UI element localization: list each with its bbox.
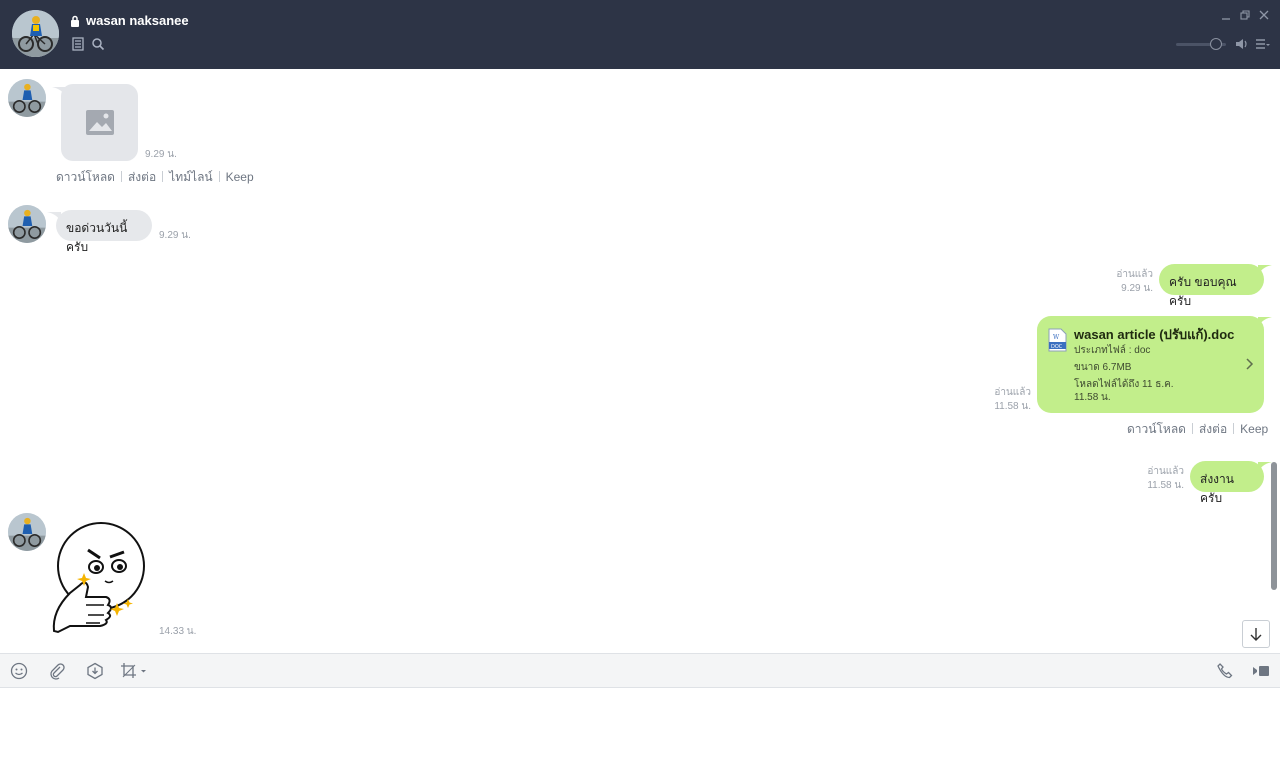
search-icon[interactable] — [91, 37, 105, 51]
svg-text:DOC: DOC — [1051, 344, 1063, 350]
sender-avatar[interactable] — [8, 513, 46, 551]
call-icon[interactable] — [1216, 662, 1234, 680]
bubble-tail — [1258, 317, 1272, 327]
message-bubble[interactable]: ส่งงานครับ — [1190, 461, 1264, 505]
sender-avatar[interactable] — [8, 79, 46, 117]
message-actions: ดาวน์โหลด ส่งต่อ Keep — [1127, 420, 1268, 439]
chat-header: wasan naksanee — [0, 0, 1280, 69]
bubble-tail — [1258, 462, 1272, 472]
message-bubble[interactable]: ขอด่วนวันนี้ครับ — [56, 210, 152, 254]
screenshot-icon[interactable] — [120, 662, 148, 680]
forward-link[interactable]: ส่งต่อ — [1199, 422, 1227, 436]
sticker-message[interactable] — [50, 519, 150, 637]
bubble-tail — [1258, 265, 1272, 275]
message-time: 11.58 น. — [1147, 480, 1184, 491]
video-call-icon[interactable] — [1252, 662, 1270, 680]
image-placeholder-icon — [86, 110, 114, 135]
volume-icon[interactable] — [1234, 37, 1250, 51]
minimize-icon[interactable] — [1220, 9, 1232, 21]
download-link[interactable]: ดาวน์โหลด — [56, 170, 115, 184]
lock-icon — [71, 15, 79, 27]
image-message[interactable] — [61, 84, 138, 161]
file-name: wasan article (ปรับแก้).doc — [1074, 327, 1235, 342]
message-time: 9.29 น. — [145, 149, 177, 160]
menu-icon[interactable] — [1255, 37, 1271, 51]
message-time: 9.29 น. — [159, 230, 191, 241]
forward-link[interactable]: ส่งต่อ — [128, 170, 156, 184]
contact-avatar[interactable] — [12, 10, 59, 57]
chat-messages[interactable]: 9.29 น. ดาวน์โหลด ส่งต่อ ไทม์ไลน์ Keep ขอด่… — [0, 69, 1280, 653]
attach-icon[interactable] — [48, 662, 66, 680]
message-toolbar — [0, 653, 1280, 688]
message-text: ครับ ขอบคุณครับ — [1169, 275, 1237, 308]
contact-name: wasan naksanee — [86, 13, 189, 28]
keep-link[interactable]: Keep — [1240, 422, 1268, 436]
message-bubble[interactable]: ครับ ขอบคุณครับ — [1159, 264, 1264, 308]
svg-text:W: W — [1053, 334, 1060, 341]
message-time: 9.29 น. — [1121, 283, 1153, 294]
arrow-down-icon — [1250, 628, 1262, 641]
chevron-right-icon[interactable] — [1244, 357, 1254, 371]
volume-knob[interactable] — [1210, 38, 1222, 50]
keep-icon[interactable] — [86, 662, 104, 680]
file-size: ขนาด 6.7MB — [1074, 362, 1132, 373]
file-message[interactable]: W DOC wasan article (ปรับแก้).doc ประเภท… — [1037, 316, 1264, 413]
read-status: อ่านแล้ว — [1116, 269, 1153, 280]
download-link[interactable]: ดาวน์โหลด — [1127, 422, 1186, 436]
emoji-icon[interactable] — [10, 662, 28, 680]
file-type: ประเภทไฟล์ : doc — [1074, 345, 1151, 356]
scroll-to-bottom-button[interactable] — [1242, 620, 1270, 648]
scrollbar-thumb[interactable] — [1271, 462, 1277, 590]
restore-icon[interactable] — [1239, 9, 1251, 21]
message-time: 14.33 น. — [159, 626, 197, 637]
message-actions: ดาวน์โหลด ส่งต่อ ไทม์ไลน์ Keep — [56, 168, 254, 187]
message-text: ส่งงานครับ — [1200, 472, 1234, 505]
sender-avatar[interactable] — [8, 205, 46, 243]
notes-icon[interactable] — [71, 37, 85, 51]
close-icon[interactable] — [1258, 9, 1270, 21]
volume-slider[interactable] — [1176, 38, 1228, 51]
message-time: 11.58 น. — [994, 401, 1031, 412]
keep-link[interactable]: Keep — [226, 170, 254, 184]
message-text: ขอด่วนวันนี้ครับ — [66, 221, 128, 254]
timeline-link[interactable]: ไทม์ไลน์ — [169, 170, 212, 184]
doc-file-icon: W DOC — [1048, 328, 1067, 352]
read-status: อ่านแล้ว — [994, 387, 1031, 398]
file-expiry-time: 11.58 น. — [1074, 392, 1111, 403]
read-status: อ่านแล้ว — [1147, 466, 1184, 477]
message-input-area[interactable] — [0, 688, 1280, 760]
message-input[interactable] — [0, 688, 1280, 760]
